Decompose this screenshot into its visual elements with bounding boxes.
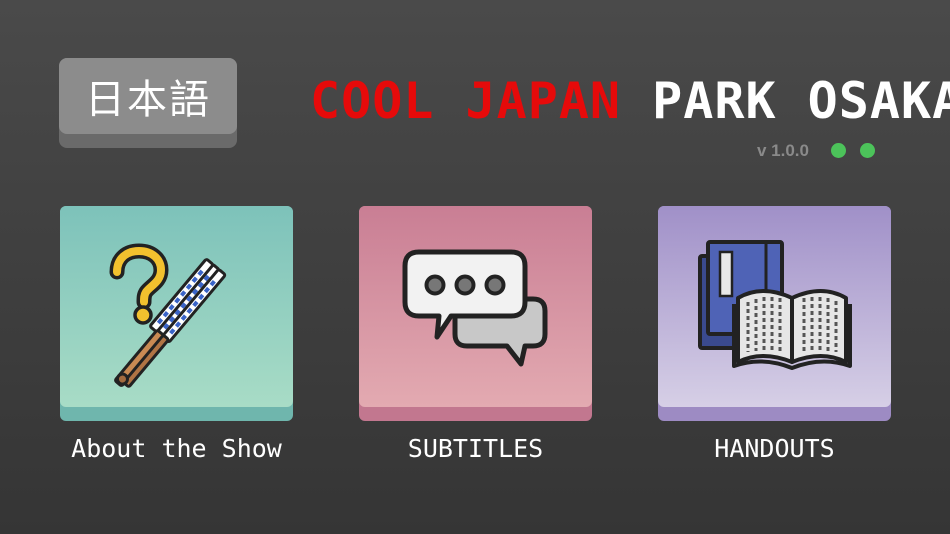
about-show-label: About the Show: [71, 434, 282, 463]
subtitles-tile-face: [359, 206, 592, 407]
handouts-tile-face: [658, 206, 891, 407]
app-title: COOL JAPAN PARK OSAKA: [310, 72, 950, 130]
books-icon: [698, 240, 852, 370]
language-button[interactable]: 日本語: [59, 58, 237, 148]
app-title-red: COOL JAPAN: [310, 72, 622, 130]
about-show-tile-face: [60, 206, 293, 407]
status-indicator-2: [860, 143, 875, 158]
app-title-white: PARK OSAKA: [652, 72, 950, 130]
version-label: v 1.0.0: [757, 141, 809, 160]
subtitles-button[interactable]: [359, 206, 592, 421]
status-indicator-1: [831, 143, 846, 158]
language-button-label: 日本語: [59, 58, 237, 134]
about-show-button[interactable]: [60, 206, 293, 421]
question-fan-icon: [109, 243, 227, 388]
subtitles-label: SUBTITLES: [407, 434, 544, 463]
chat-bubbles-icon: [402, 249, 548, 367]
handouts-label: HANDOUTS: [714, 434, 835, 463]
handouts-button[interactable]: [658, 206, 891, 421]
